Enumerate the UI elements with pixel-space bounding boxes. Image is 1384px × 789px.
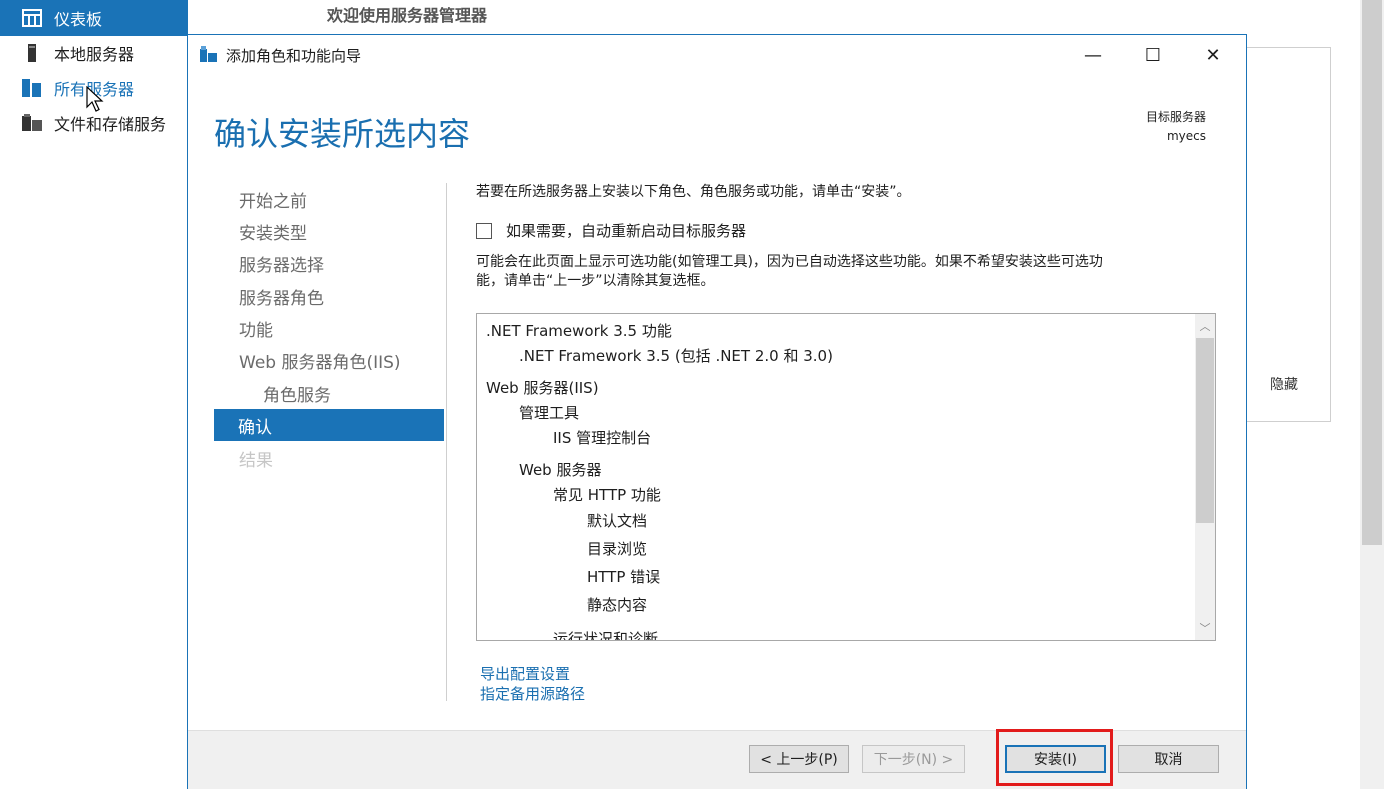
list-item: .NET Framework 3.5 功能 bbox=[486, 322, 672, 340]
nav-step-server-selection[interactable]: 服务器选择 bbox=[215, 247, 445, 279]
file-storage-icon bbox=[22, 114, 42, 132]
list-item: 管理工具 bbox=[519, 404, 580, 422]
list-item: Web 服务器 bbox=[519, 461, 602, 479]
add-roles-wizard-dialog: 添加角色和功能向导 — ☐ ✕ 确认安装所选内容 目标服务器 myecs 开始之… bbox=[187, 34, 1247, 789]
hide-link[interactable]: 隐藏 bbox=[1270, 374, 1298, 394]
list-item: 默认文档 bbox=[587, 512, 648, 530]
dialog-title: 添加角色和功能向导 bbox=[226, 47, 362, 65]
maximize-button[interactable]: ☐ bbox=[1124, 35, 1182, 75]
list-item: Web 服务器(IIS) bbox=[486, 379, 599, 397]
nav-step-results: 结果 bbox=[239, 450, 273, 471]
restart-checkbox[interactable] bbox=[476, 222, 492, 239]
list-item: 静态内容 bbox=[587, 596, 648, 614]
note-line: 能，请单击“上一步”以清除其复选框。 bbox=[476, 273, 715, 289]
sidebar-item-label: 仪表板 bbox=[54, 10, 103, 29]
list-item: 运行状况和诊断 bbox=[553, 630, 659, 641]
dialog-titlebar[interactable]: 添加角色和功能向导 — ☐ ✕ bbox=[188, 35, 1246, 75]
note-line: 可能会在此页面上显示可选功能(如管理工具)，因为已自动选择这些功能。如果不希望安… bbox=[476, 254, 1103, 270]
nav-divider bbox=[446, 183, 447, 701]
list-scrollbar-thumb[interactable] bbox=[1196, 338, 1214, 523]
cancel-button[interactable]: 取消 bbox=[1118, 745, 1219, 773]
background-scrollbar-thumb[interactable] bbox=[1362, 0, 1382, 545]
sidebar-item-label: 文件和存储服务 bbox=[54, 115, 167, 134]
nav-step-before-you-begin[interactable]: 开始之前 bbox=[215, 183, 445, 215]
list-item: 目录浏览 bbox=[587, 540, 648, 558]
previous-button[interactable]: < 上一步(P) bbox=[749, 745, 849, 773]
list-item: 常见 HTTP 功能 bbox=[553, 486, 661, 504]
optional-features-note: 可能会在此页面上显示可选功能(如管理工具)，因为已自动选择这些功能。如果不希望安… bbox=[476, 253, 1216, 291]
page-title: 确认安装所选内容 bbox=[214, 115, 471, 153]
next-button: 下一步(N) > bbox=[862, 745, 965, 773]
selection-list[interactable]: .NET Framework 3.5 功能 .NET Framework 3.5… bbox=[476, 313, 1216, 641]
nav-step-confirmation[interactable]: 确认 bbox=[214, 409, 444, 441]
sidebar-item-dashboard[interactable]: 仪表板 bbox=[0, 0, 188, 36]
mouse-cursor-icon bbox=[86, 85, 106, 114]
nav-step-web-server-role[interactable]: Web 服务器角色(IIS) bbox=[215, 344, 445, 376]
intro-text: 若要在所选服务器上安装以下角色、角色服务或功能，请单击“安装”。 bbox=[476, 184, 911, 200]
export-config-link[interactable]: 导出配置设置 bbox=[480, 663, 570, 684]
background-panel bbox=[1246, 47, 1331, 422]
install-button-highlight bbox=[996, 729, 1113, 786]
sidebar: 仪表板 本地服务器 所有服务器 文件和存储服务 bbox=[0, 0, 188, 789]
restart-option[interactable]: 如果需要，自动重新启动目标服务器 bbox=[476, 220, 746, 241]
target-server-label: 目标服务器 bbox=[1145, 110, 1206, 124]
list-item: HTTP 错误 bbox=[587, 568, 661, 586]
all-servers-icon bbox=[22, 79, 42, 97]
list-item: .NET Framework 3.5 (包括 .NET 2.0 和 3.0) bbox=[519, 347, 833, 365]
close-button[interactable]: ✕ bbox=[1184, 35, 1242, 75]
sidebar-item-label: 本地服务器 bbox=[54, 45, 135, 64]
server-manager-icon bbox=[200, 46, 218, 62]
alternate-source-link[interactable]: 指定备用源路径 bbox=[480, 683, 585, 704]
minimize-button[interactable]: — bbox=[1064, 35, 1122, 75]
local-server-icon bbox=[22, 44, 42, 62]
nav-step-role-services[interactable]: 角色服务 bbox=[215, 377, 445, 409]
target-server-name: myecs bbox=[1166, 129, 1206, 143]
restart-checkbox-label[interactable]: 如果需要，自动重新启动目标服务器 bbox=[506, 220, 746, 241]
nav-step-server-roles[interactable]: 服务器角色 bbox=[215, 280, 445, 312]
list-item: IIS 管理控制台 bbox=[553, 429, 652, 447]
dashboard-icon bbox=[22, 9, 42, 27]
nav-step-installation-type[interactable]: 安装类型 bbox=[215, 215, 445, 247]
sidebar-item-local-server[interactable]: 本地服务器 bbox=[0, 37, 188, 69]
scroll-down-icon[interactable]: ﹀ bbox=[1195, 618, 1215, 638]
scroll-up-icon[interactable]: ︿ bbox=[1195, 316, 1215, 336]
nav-step-features[interactable]: 功能 bbox=[215, 312, 445, 344]
target-server: 目标服务器 myecs bbox=[1146, 108, 1206, 146]
welcome-title: 欢迎使用服务器管理器 bbox=[327, 6, 488, 25]
